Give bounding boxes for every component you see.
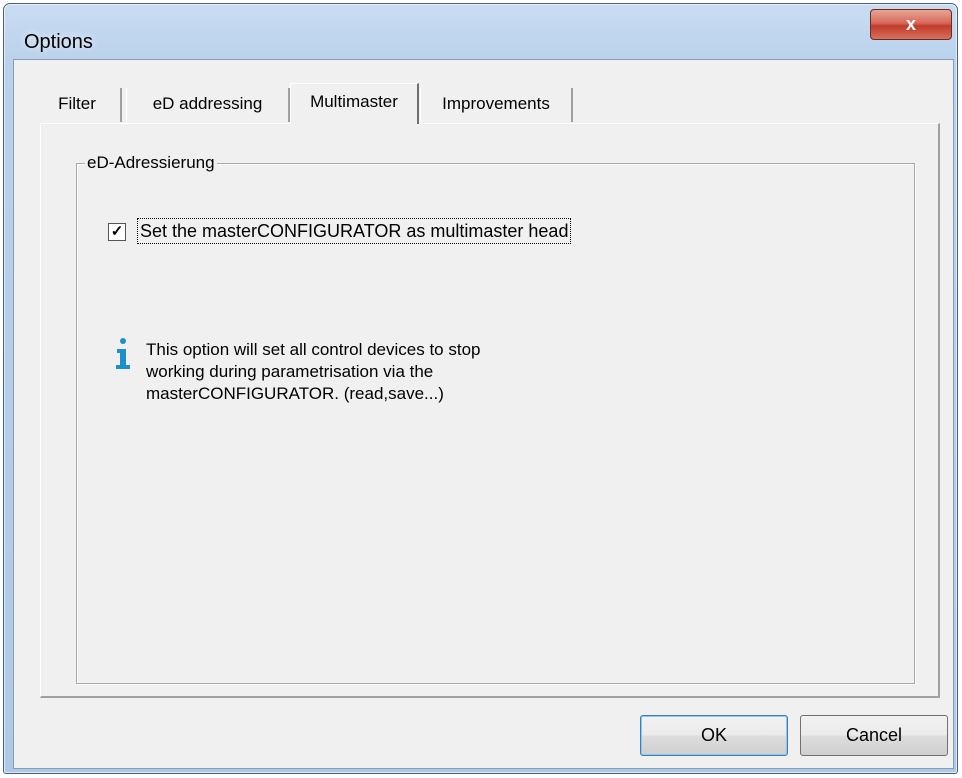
multimaster-head-checkbox[interactable]: ✓	[108, 223, 126, 241]
ok-button[interactable]: OK	[640, 715, 788, 756]
tab-multimaster[interactable]: Multimaster	[290, 83, 419, 124]
close-button[interactable]: x	[870, 9, 952, 40]
tab-page-multimaster: eD-Adressierung ✓ Set the masterCONFIGUR…	[40, 123, 940, 698]
multimaster-head-checkbox-label[interactable]: Set the masterCONFIGURATOR as multimaste…	[137, 218, 572, 244]
close-icon: x	[905, 14, 916, 34]
options-dialog: Options x Filter eD addressing Multimast…	[3, 3, 958, 774]
tab-filter[interactable]: Filter	[34, 88, 122, 122]
group-box-legend: eD-Adressierung	[85, 153, 217, 173]
tab-improvements[interactable]: Improvements	[420, 88, 573, 122]
cancel-button[interactable]: Cancel	[800, 715, 948, 756]
info-description: This option will set all control devices…	[146, 339, 666, 405]
dialog-client-area: Filter eD addressing Multimaster Improve…	[13, 59, 954, 769]
info-icon	[116, 338, 130, 369]
info-line-3: masterCONFIGURATOR. (read,save...)	[146, 384, 444, 403]
info-line-1: This option will set all control devices…	[146, 340, 481, 359]
tab-ed-addressing[interactable]: eD addressing	[126, 88, 290, 122]
window-title: Options	[24, 31, 93, 53]
info-line-2: working during parametrisation via the	[146, 362, 434, 381]
check-mark-icon: ✓	[110, 223, 124, 240]
